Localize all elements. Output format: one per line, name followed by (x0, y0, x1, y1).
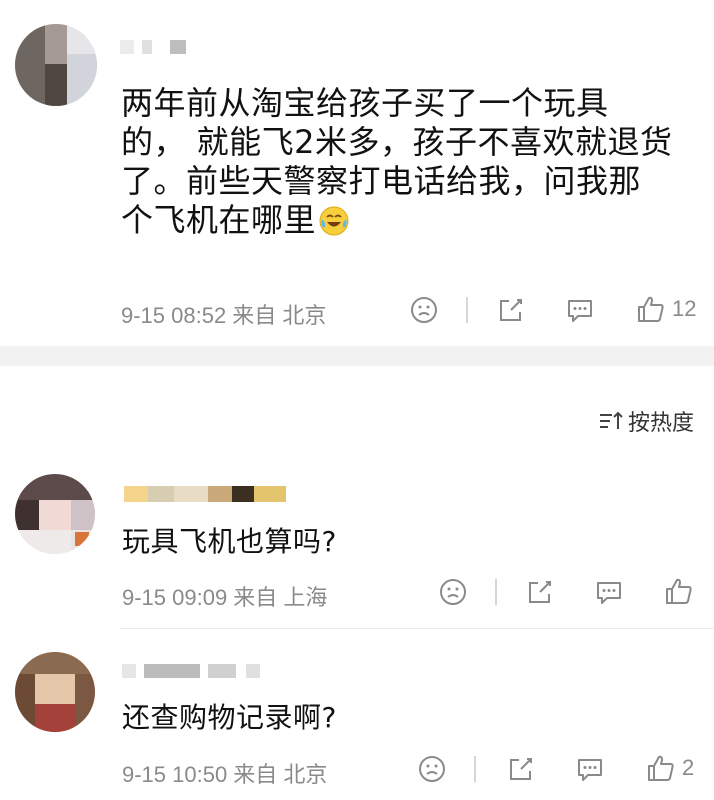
like-button[interactable] (664, 576, 694, 606)
avatar[interactable] (15, 474, 95, 554)
share-icon (500, 299, 522, 321)
thumbs-up-icon (648, 755, 674, 781)
thumbs-up-icon (638, 296, 664, 322)
like-count: 12 (672, 296, 697, 321)
comment-text: 还查购物记录啊? (122, 701, 337, 734)
comment-meta: 9-15 10:50 来自 北京 (122, 762, 328, 787)
action-separator (466, 297, 468, 323)
comment-button[interactable] (566, 296, 594, 324)
post-content: 两年前从淘宝给孩子买了一个玩具 的， 就能飞2米多，孩子不喜欢就退货 了。前些天… (121, 84, 701, 240)
frown-face-icon (440, 579, 466, 605)
laugh-cry-emoji (319, 206, 349, 235)
action-separator (474, 756, 476, 782)
post-line: 两年前从淘宝给孩子买了一个玩具 (121, 84, 609, 122)
action-separator (495, 579, 497, 605)
dislike-button[interactable] (410, 296, 438, 324)
reply-button[interactable] (576, 755, 604, 783)
post-line: 了。前些天警察打电话给我，问我那 (121, 162, 642, 200)
like-count: 2 (682, 755, 695, 780)
thumbs-up-icon (666, 578, 692, 604)
comment-text: 玩具飞机也算吗? (122, 525, 337, 558)
avatar[interactable] (15, 24, 97, 106)
share-button[interactable] (507, 755, 535, 783)
comment-icon (568, 300, 592, 322)
post-line: 个飞机在哪里 (121, 201, 317, 239)
sort-label: 按热度 (627, 411, 694, 436)
comment-icon (597, 582, 621, 604)
share-icon (529, 581, 551, 603)
share-button[interactable] (497, 296, 525, 324)
post-line: 的， 就能飞2米多，孩子不喜欢就退货 (121, 123, 673, 161)
comment-icon (578, 759, 602, 781)
sort-icon (599, 411, 623, 429)
avatar[interactable] (15, 652, 95, 732)
reply-button[interactable] (595, 578, 623, 606)
dislike-button[interactable] (418, 755, 446, 783)
post-meta: 9-15 08:52 来自 北京 (121, 303, 327, 328)
frown-face-icon (419, 756, 445, 782)
username-blurred[interactable] (120, 40, 200, 54)
frown-face-icon (411, 297, 437, 323)
like-button[interactable]: 12 (636, 294, 696, 324)
main-post: 两年前从淘宝给孩子买了一个玩具 的， 就能飞2米多，孩子不喜欢就退货 了。前些天… (0, 0, 714, 346)
section-divider (0, 346, 714, 366)
sort-by-hot-button[interactable]: 按热度 (598, 405, 694, 437)
like-button[interactable]: 2 (646, 753, 694, 783)
comment-divider (120, 628, 714, 629)
username-blurred[interactable] (124, 486, 286, 502)
dislike-button[interactable] (439, 578, 467, 606)
comment-meta: 9-15 09:09 来自 上海 (122, 585, 328, 610)
share-icon (510, 758, 532, 780)
share-button[interactable] (526, 578, 554, 606)
username-blurred[interactable] (122, 664, 262, 678)
